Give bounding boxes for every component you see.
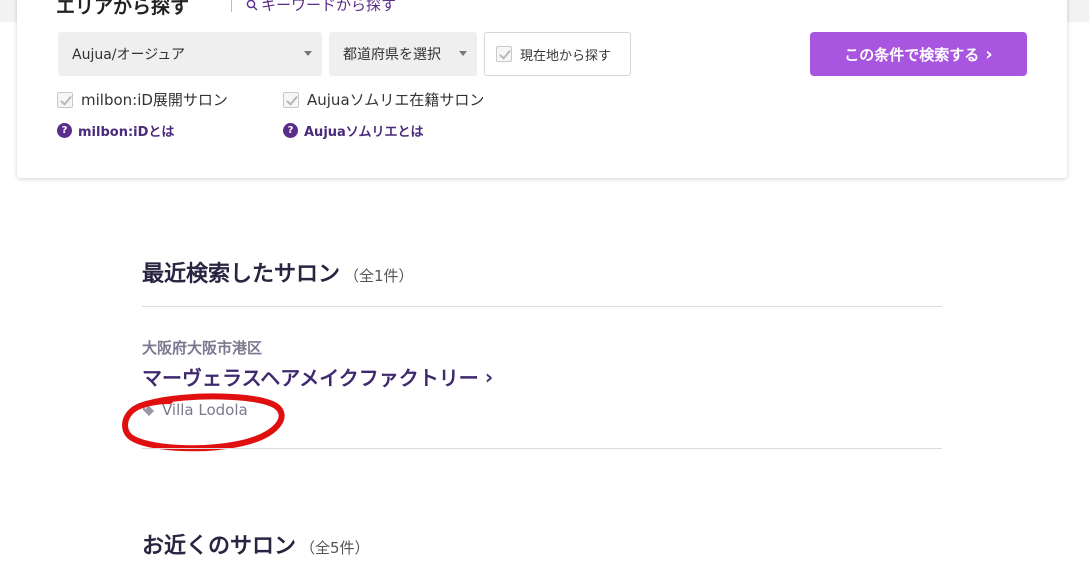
keyword-search-tab[interactable]: キーワードから探す	[246, 0, 396, 15]
brand-select-value: Aujua/オージュア	[72, 47, 185, 63]
salon-tag-label: Villa Lodola	[162, 401, 248, 419]
help-icon: ?	[57, 123, 72, 138]
checkbox-icon[interactable]	[283, 91, 299, 108]
salon-tag: Villa Lodola	[142, 401, 248, 419]
aujua-sommelier-help-link[interactable]: ? Aujuaソムリエとは	[283, 121, 424, 140]
current-location-button[interactable]: 現在地から探す	[484, 32, 631, 76]
prefecture-select-value: 都道府県を選択	[343, 47, 441, 63]
help-icon: ?	[283, 123, 298, 138]
recent-salons-title: 最近検索したサロン	[142, 262, 341, 287]
nearby-salons-heading: お近くのサロン （全5件）	[142, 528, 370, 560]
search-icon	[246, 0, 258, 10]
brand-select[interactable]: Aujua/オージュア	[58, 32, 322, 76]
tab-divider	[231, 0, 232, 12]
current-location-label: 現在地から探す	[520, 48, 612, 64]
divider	[142, 448, 942, 449]
salon-name: マーヴェラスヘアメイクファクトリー	[142, 366, 479, 390]
caret-down-icon	[304, 51, 312, 56]
recent-salons-count: （全1件）	[344, 267, 414, 285]
nearby-salons-title: お近くのサロン	[142, 534, 297, 559]
divider	[142, 306, 942, 307]
search-submit-button[interactable]: この条件で検索する ›	[810, 32, 1027, 76]
keyword-search-label: キーワードから探す	[261, 0, 397, 14]
nearby-salons-count: （全5件）	[300, 539, 370, 557]
milbon-id-checkbox[interactable]: milbon:iD展開サロン	[57, 89, 228, 110]
checkbox-icon[interactable]	[57, 91, 73, 108]
aujua-sommelier-label: Aujuaソムリエ在籍サロン	[307, 91, 485, 109]
salon-name-link[interactable]: マーヴェラスヘアメイクファクトリー ›	[142, 362, 493, 391]
area-search-tab[interactable]: エリアから探す	[56, 0, 189, 19]
tag-icon	[143, 404, 154, 416]
search-submit-label: この条件で検索する	[844, 45, 980, 64]
aujua-sommelier-help-label: Aujuaソムリエとは	[304, 125, 424, 140]
recent-salons-heading: 最近検索したサロン （全1件）	[142, 256, 414, 288]
milbon-id-label: milbon:iD展開サロン	[81, 91, 228, 109]
salon-area: 大阪府大阪市港区	[142, 339, 263, 357]
chevron-right-icon: ›	[484, 364, 494, 389]
prefecture-select[interactable]: 都道府県を選択	[329, 32, 477, 76]
checkbox-icon[interactable]	[496, 46, 512, 62]
aujua-sommelier-checkbox[interactable]: Aujuaソムリエ在籍サロン	[283, 89, 484, 110]
chevron-right-icon: ›	[985, 43, 993, 65]
milbon-id-help-link[interactable]: ? milbon:iDとは	[57, 121, 174, 140]
caret-down-icon	[459, 51, 467, 56]
milbon-id-help-label: milbon:iDとは	[78, 125, 175, 140]
